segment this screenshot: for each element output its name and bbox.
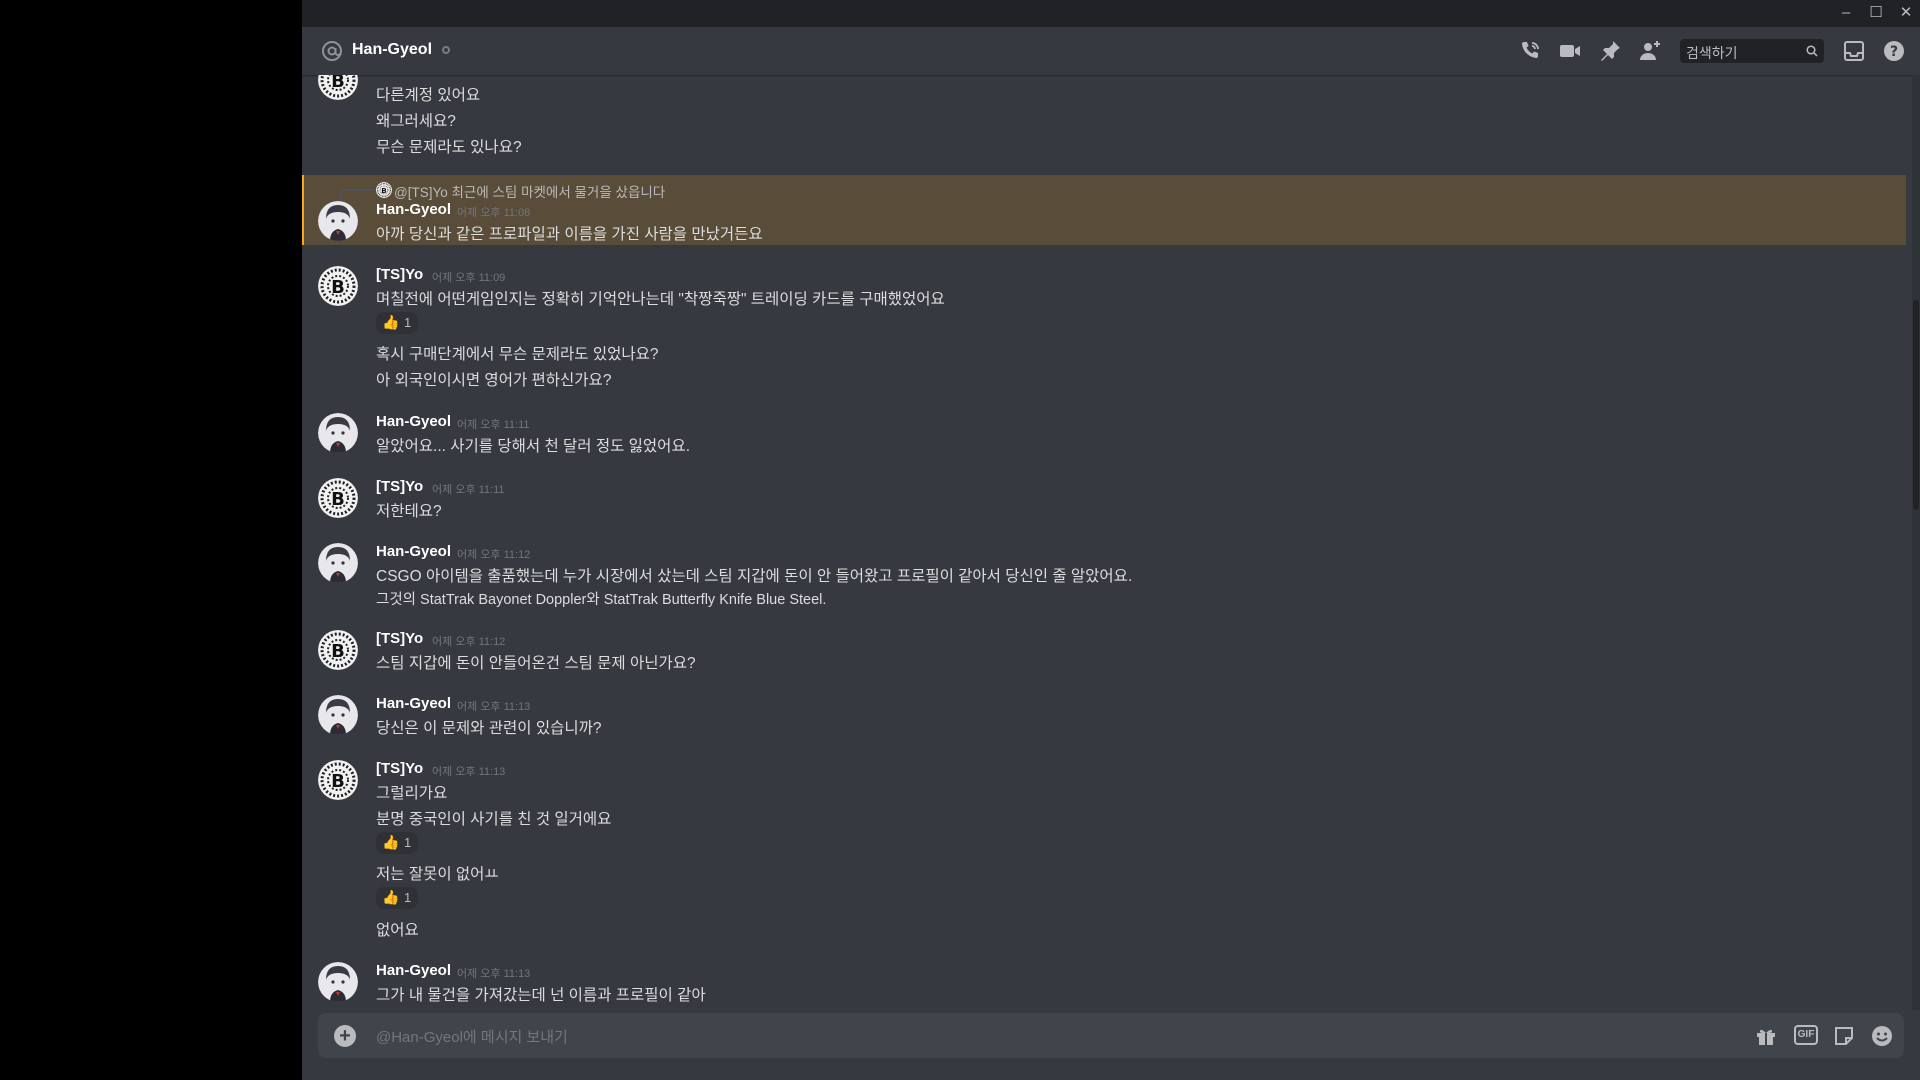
thumbs-up-icon: 👍 [382,889,400,905]
left-black-panel [0,0,302,1080]
scrollbar-track[interactable] [1912,75,1920,1010]
timestamp: 어제 오후 11:09 [432,272,506,284]
reaction-thumbs-up[interactable]: 👍 1 [376,832,418,854]
avatar[interactable] [318,695,358,735]
message-text: 없어요 [376,922,419,939]
message-text: 알았어요... 사기를 당해서 천 달러 정도 잃었어요. [376,438,691,455]
message-text: 저한테요? [376,503,442,520]
pin-icon[interactable] [1598,39,1622,63]
sticker-icon[interactable] [1832,1024,1856,1048]
search-icon [1806,45,1818,57]
username[interactable]: [TS]Yo [376,478,423,495]
message-text: CSGO 아이템을 출품했는데 누가 시장에서 샀는데 스팀 지갑에 돈이 안 … [376,568,1133,585]
timestamp: 어제 오후 11:11 [432,484,505,496]
avatar[interactable] [318,760,358,800]
thumbs-up-icon: 👍 [382,834,400,850]
username[interactable]: [TS]Yo [376,266,423,283]
voice-call-icon[interactable] [1518,39,1542,63]
search-placeholder: 검색하기 [1686,45,1738,61]
reaction-count: 1 [404,835,412,850]
timestamp: 어제 오후 11:08 [457,207,531,219]
message-text: 저는 잘못이 없어ㅛ [376,866,499,883]
reply-avatar[interactable] [376,182,392,198]
message-list[interactable]: B 다른계정 있어요 왜그러세요? 무슨 문제라도 있나요? @[TS]Yo 최… [302,75,1906,1010]
username[interactable]: [TS]Yo [376,630,423,647]
message-text: 왜그러세요? [376,113,456,130]
message-text: 아 외국인이시면 영어가 편하신가요? [376,372,612,389]
gift-icon[interactable] [1754,1024,1778,1048]
message-text: 무슨 문제라도 있나요? [376,139,522,156]
message-text: 아까 당신과 같은 프로파일과 이름을 가진 사람을 만났거든요 [376,226,763,243]
avatar[interactable] [318,201,358,241]
message-text: 당신은 이 문제와 관련이 있습니까? [376,720,602,737]
search-input[interactable]: 검색하기 [1680,39,1824,63]
username[interactable]: Han-Gyeol [376,201,451,218]
username[interactable]: Han-Gyeol [376,413,451,430]
message-text: 그것의 StatTrak Bayonet Doppler와 StatTrak B… [376,592,827,608]
reply-preview[interactable]: @[TS]Yo 최근에 스팀 마켓에서 물거을 샀읍니다 [394,181,665,201]
minimize-button[interactable]: – [1838,4,1854,22]
message-text: 다른계정 있어요 [376,87,481,104]
username[interactable]: [TS]Yo [376,760,423,777]
timestamp: 어제 오후 11:13 [457,701,531,713]
avatar[interactable] [318,266,358,306]
at-sign-icon [322,41,342,61]
reaction-thumbs-up[interactable]: 👍 1 [376,312,418,334]
reply-connector [340,189,374,201]
timestamp: 어제 오후 11:13 [432,766,506,778]
help-icon[interactable]: ? [1882,39,1906,63]
avatar[interactable] [318,962,358,1002]
emoji-icon[interactable] [1870,1024,1894,1048]
timestamp: 어제 오후 11:13 [457,968,531,980]
reaction-count: 1 [404,890,412,905]
gif-button[interactable]: GIF [1794,1025,1818,1045]
channel-title: Han-Gyeol [352,41,433,58]
avatar[interactable] [318,478,358,518]
message-text: 며칠전에 어떤게임인지는 정확히 기억안나는데 "착짱죽짱" 트레이딩 카드를 … [376,291,945,308]
username[interactable]: Han-Gyeol [376,695,451,712]
timestamp: 어제 오후 11:12 [432,636,506,648]
svg-text:?: ? [1890,44,1898,60]
message-input[interactable]: @Han-Gyeol에 메시지 보내기 [376,1026,568,1047]
avatar[interactable] [318,630,358,670]
inbox-icon[interactable] [1842,39,1866,63]
close-button[interactable]: ✕ [1898,4,1914,22]
message-text: 스팀 지갑에 돈이 안들어온건 스팀 문제 아닌가요? [376,655,696,672]
username[interactable]: Han-Gyeol [376,962,451,979]
message-text: 그럴리가요 [376,785,448,802]
add-friend-icon[interactable] [1638,39,1662,63]
avatar[interactable] [318,75,358,100]
timestamp: 어제 오후 11:11 [457,419,530,431]
message-text: 그가 내 물건을 가져갔는데 넌 이름과 프로필이 같아 [376,987,706,1004]
video-call-icon[interactable] [1558,39,1582,63]
message-text: 분명 중국인이 사기를 친 것 일거에요 [376,811,612,828]
reaction-count: 1 [404,315,412,330]
offline-status-icon [442,46,450,54]
avatar[interactable] [318,413,358,453]
username[interactable]: Han-Gyeol [376,543,451,560]
maximize-button[interactable]: ☐ [1868,4,1884,22]
reaction-thumbs-up[interactable]: 👍 1 [376,887,418,909]
message-composer[interactable]: + @Han-Gyeol에 메시지 보내기 GIF [318,1013,1904,1058]
timestamp: 어제 오후 11:12 [457,549,531,561]
title-bar: – ☐ ✕ [302,0,1920,27]
discord-window: – ☐ ✕ Han-Gyeol 검색하기 ? 다른계정 있어요 왜그러세요? 무… [302,0,1920,1080]
avatar[interactable] [318,543,358,583]
thumbs-up-icon: 👍 [382,314,400,330]
scrollbar-thumb[interactable] [1913,300,1919,510]
upload-plus-button[interactable]: + [334,1025,356,1047]
channel-header: Han-Gyeol 검색하기 ? [302,27,1920,75]
message-text: 혹시 구매단계에서 무슨 문제라도 있었나요? [376,346,659,363]
